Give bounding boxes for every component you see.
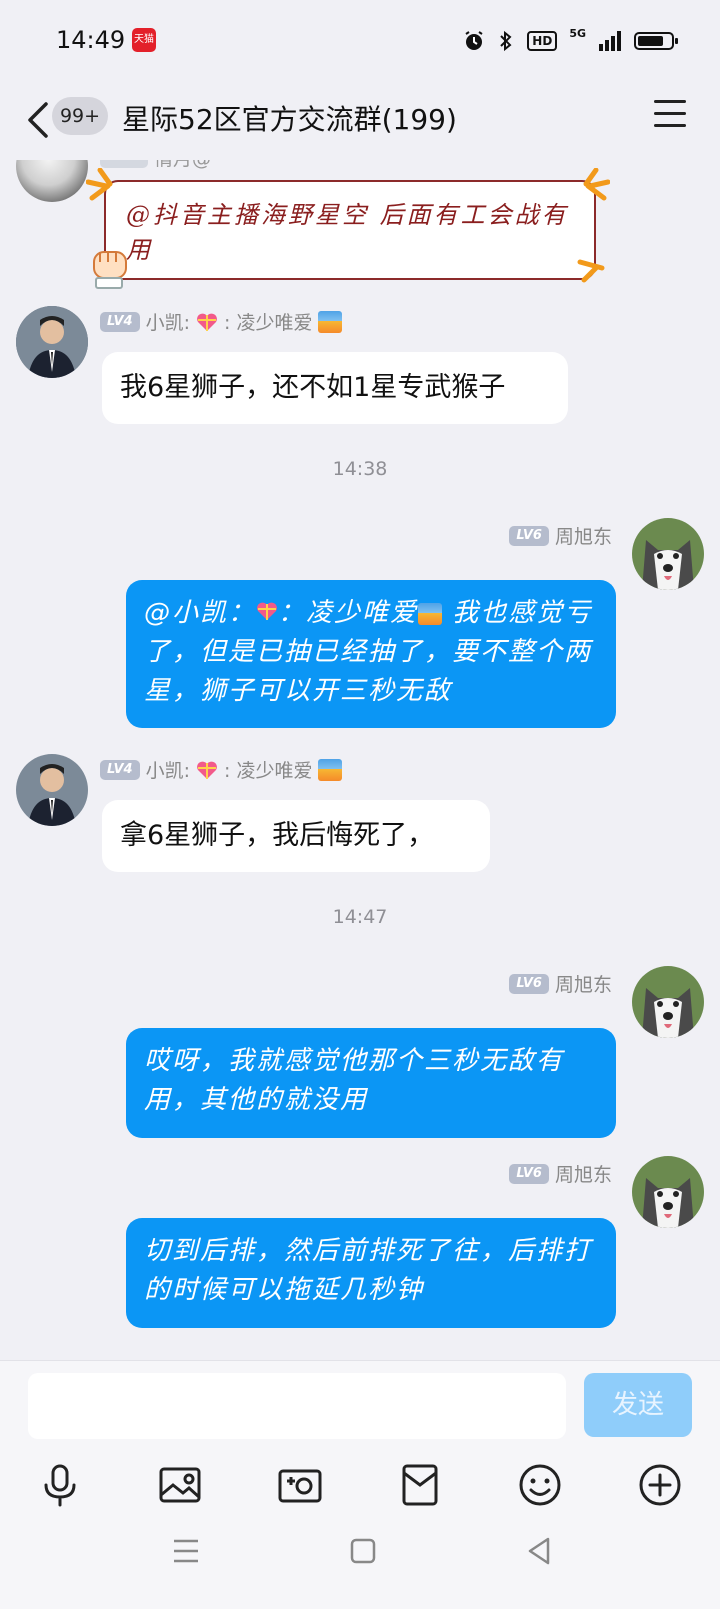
message-text: 切到后排，然后前排死了往，后排打的时候可以拖延几秒钟 — [144, 1236, 593, 1305]
hd-voice-icon: HD — [527, 31, 558, 51]
message-bubble[interactable]: 拿6星狮子，我后悔死了， — [102, 800, 490, 872]
sender-suffix: : 凌少唯爱 — [224, 312, 313, 334]
fist-emoji-icon — [93, 251, 127, 289]
level-badge: LV6 — [509, 525, 549, 546]
send-button[interactable]: 发送 — [584, 1373, 692, 1437]
sender-avatar[interactable] — [16, 160, 88, 202]
battery-icon — [634, 32, 678, 50]
sender-name[interactable]: 周旭东 — [555, 522, 612, 549]
message-text: 拿6星狮子，我后悔死了， — [120, 820, 435, 851]
nav-back-icon[interactable] — [526, 1536, 552, 1566]
status-time: 14:49 — [56, 26, 126, 54]
timestamp-divider: 14:47 — [332, 906, 388, 928]
sender-avatar[interactable] — [16, 754, 88, 826]
menu-icon[interactable] — [654, 100, 686, 130]
sunset-emoji-icon — [318, 758, 343, 781]
sender-name[interactable]: 周旭东 — [555, 1160, 612, 1187]
message-input[interactable] — [28, 1373, 566, 1439]
gift-heart-emoji-icon — [197, 313, 217, 331]
sender-avatar[interactable] — [632, 518, 704, 590]
message-bubble[interactable]: @小凯： ：凌少唯爱 我也感觉亏了，但是已抽已经抽了，要不整个两星，狮子可以开三秒… — [126, 580, 616, 728]
message-bubble[interactable]: 切到后排，然后前排死了往，后排打的时候可以拖延几秒钟 — [126, 1218, 616, 1328]
sender-name-row: LV4 小凯: : 凌少唯爱 — [100, 756, 343, 783]
message-bubble[interactable]: 我6星狮子，还不如1星专武猴子 — [102, 352, 568, 424]
signal-icon — [599, 31, 621, 51]
status-icons: HD 5G — [463, 26, 678, 56]
sender-avatar[interactable] — [632, 966, 704, 1038]
gift-heart-emoji-icon — [197, 761, 217, 779]
tmall-notification-icon: 天猫 — [132, 28, 156, 52]
sender-name[interactable]: 周旭东 — [555, 970, 612, 997]
unread-count-badge[interactable]: 99+ — [52, 97, 108, 135]
husky-avatar-icon — [632, 518, 704, 590]
person-avatar-icon — [16, 754, 88, 826]
husky-avatar-icon — [632, 1156, 704, 1228]
bubble-decoration-icon — [86, 168, 113, 201]
sunset-emoji-icon — [318, 310, 343, 333]
alarm-icon — [465, 31, 483, 50]
mention-prefix: @小凯： — [144, 598, 257, 628]
mention-name: ：凌少唯爱 — [278, 598, 419, 628]
level-badge: LV4 — [100, 759, 140, 780]
bubble-decoration-icon — [583, 168, 610, 201]
husky-avatar-icon — [632, 966, 704, 1038]
chat-title: 星际52区官方交流群(199) — [122, 103, 457, 136]
status-bar: 14:49 天猫 HD 5G — [0, 0, 720, 84]
sender-suffix: : 凌少唯爱 — [224, 760, 313, 782]
message-bubble[interactable]: 哎呀，我就感觉他那个三秒无敌有用，其他的就没用 — [126, 1028, 616, 1138]
sender-avatar[interactable] — [632, 1156, 704, 1228]
person-avatar-icon — [16, 306, 88, 378]
level-badge: LV4 — [100, 311, 140, 332]
sender-name[interactable]: 小凯: — [146, 756, 190, 783]
sender-name-row: LV4 小凯: : 凌少唯爱 — [100, 308, 343, 335]
message-text: 我6星狮子，还不如1星专武猴子 — [120, 372, 506, 403]
message-text: 哎呀，我就感觉他那个三秒无敌有用，其他的就没用 — [144, 1046, 565, 1115]
bubble-decoration-icon — [577, 259, 605, 283]
chat-header: 99+ 星际52区官方交流群(199) — [0, 84, 720, 160]
decorated-message-bubble[interactable]: @抖音主播海野星空 后面有工会战有用 — [104, 180, 596, 280]
sender-name-row: LV6 周旭东 — [509, 1160, 612, 1187]
back-arrow-icon[interactable] — [24, 100, 54, 140]
sender-name-row: LV6 周旭东 — [509, 522, 612, 549]
nav-menu-icon[interactable] — [172, 1538, 200, 1564]
bluetooth-icon — [500, 30, 512, 52]
sender-name-row: LV6 周旭东 — [509, 970, 612, 997]
timestamp-divider: 14:38 — [332, 458, 388, 480]
sunset-emoji-icon — [418, 602, 443, 625]
system-nav-bar — [0, 1500, 720, 1608]
level-badge: LV6 — [509, 1163, 549, 1184]
level-badge: LV6 — [509, 973, 549, 994]
sender-name[interactable]: 小凯: — [146, 308, 190, 335]
nav-home-icon[interactable] — [350, 1538, 376, 1564]
sender-avatar[interactable] — [16, 306, 88, 378]
message-text: @抖音主播海野星空 后面有工会战有用 — [126, 201, 569, 264]
gift-heart-emoji-icon — [257, 602, 277, 620]
network-type: 5G — [569, 27, 586, 40]
chat-message-list[interactable]: 情月@ @抖音主播海野星空 后面有工会战有用 LV4 小凯: : 凌少唯爱 我6… — [0, 160, 720, 1360]
